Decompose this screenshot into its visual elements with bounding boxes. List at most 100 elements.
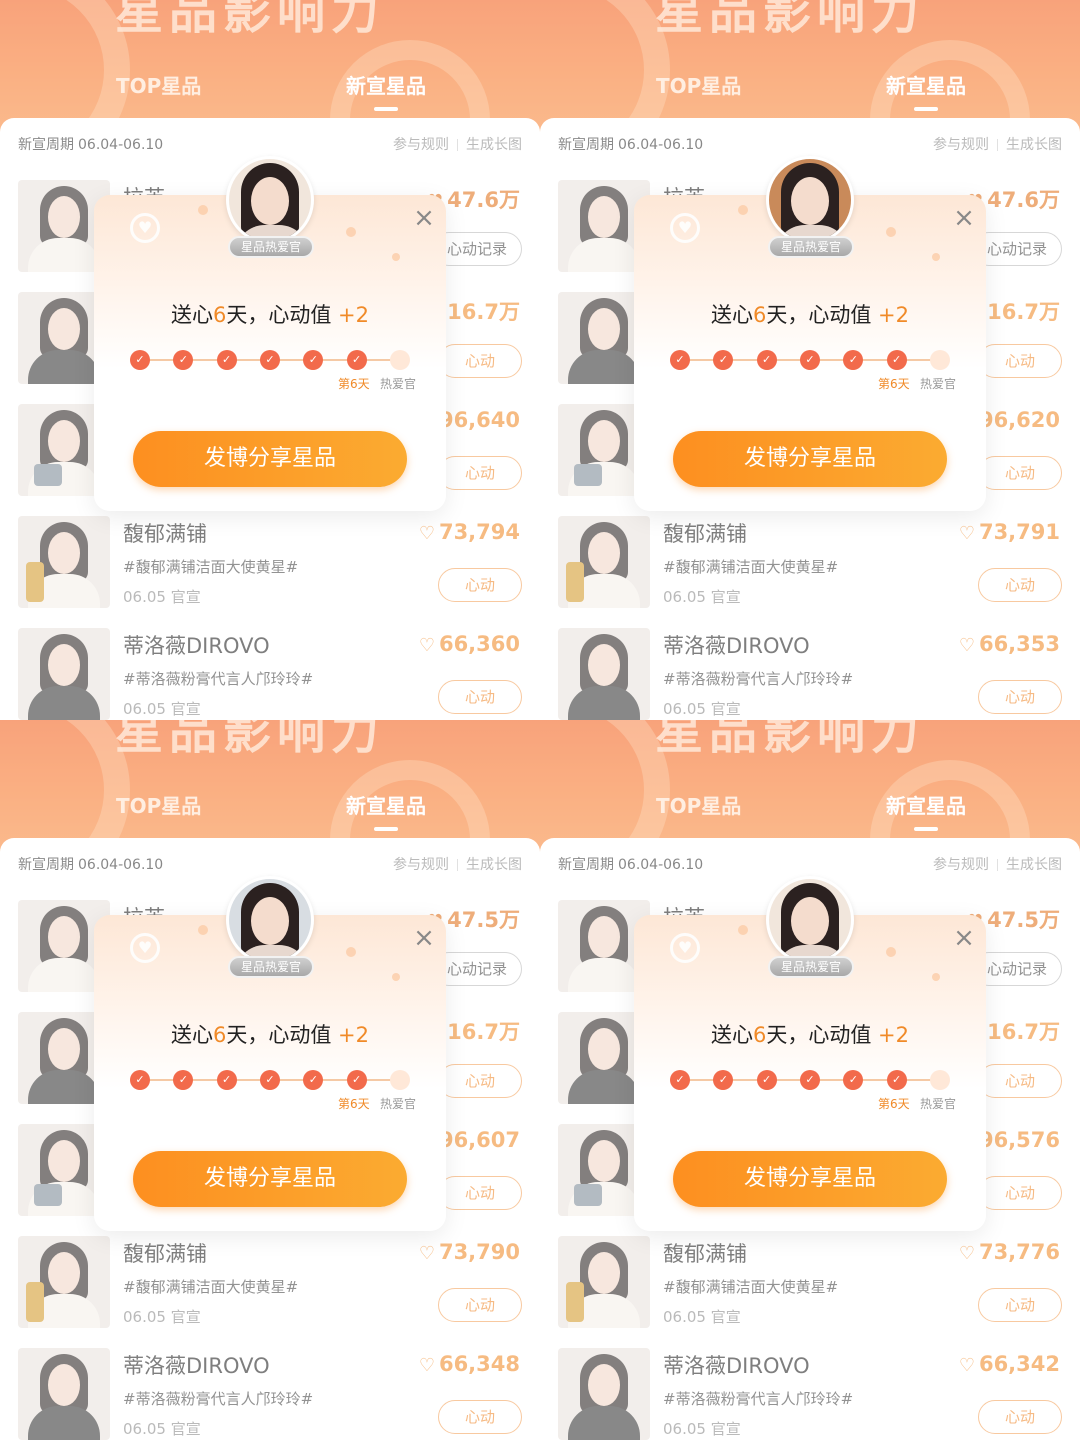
sparkle-icon: ✺ — [874, 888, 893, 913]
sparkle-icon: ✺ — [176, 870, 202, 905]
check-heart-icon: ✓ — [670, 1070, 690, 1090]
msg-prefix: 送心 — [170, 303, 213, 327]
msg-mid: 天，心动值 — [226, 1023, 332, 1047]
streak-message: 送心6天，心动值 +2 — [634, 1019, 986, 1049]
decor-dot — [738, 925, 748, 935]
screenshot-grid: 星品影响力 TOP星品 新宣星品 新宣周期 06.04-06.10 参与规则 生成长… — [0, 0, 1080, 1440]
decor-dot — [392, 973, 400, 981]
msg-days: 6 — [752, 303, 767, 327]
heart-icon: ♥ — [670, 933, 700, 963]
msg-bonus: +2 — [878, 303, 910, 327]
check-heart-icon: ✓ — [713, 1070, 734, 1090]
close-icon[interactable]: × — [412, 925, 436, 951]
msg-prefix: 送心 — [170, 1023, 213, 1047]
check-heart-icon: ✓ — [843, 350, 864, 370]
status-badge: 星品热爱官 — [768, 956, 854, 978]
msg-mid: 天，心动值 — [766, 303, 872, 327]
current-day-label: 第6天 — [878, 1097, 910, 1111]
sparkle-icon: ✺ — [334, 888, 353, 913]
heart-icon: ♥ — [130, 213, 160, 243]
end-label: 热爱官 — [920, 377, 957, 391]
app-panel-4: 星品影响力 TOP星品 新宣星品 新宣周期 06.04-06.10 参与规则 生成长… — [540, 720, 1080, 1440]
share-button[interactable]: 发博分享星品 — [133, 1151, 407, 1207]
empty-heart-icon: ✓ — [930, 1070, 950, 1090]
check-heart-icon: ✓ — [303, 350, 324, 370]
msg-bonus: +2 — [338, 1023, 370, 1047]
check-heart-icon: ✓ — [346, 350, 367, 370]
share-button[interactable]: 发博分享星品 — [673, 1151, 947, 1207]
avatar — [766, 876, 854, 964]
app-panel-2: 星品影响力 TOP星品 新宣星品 新宣周期 06.04-06.10 参与规则 生成长… — [540, 0, 1080, 720]
streak-message: 送心6天，心动值 +2 — [634, 299, 986, 329]
check-heart-icon: ✓ — [260, 350, 280, 370]
decor-dot — [886, 227, 896, 237]
heart-icon: ♥ — [670, 213, 700, 243]
app-panel-1: 星品影响力 TOP星品 新宣星品 新宣周期 06.04-06.10 参与规则 生成长… — [0, 0, 540, 720]
check-heart-icon: ✓ — [173, 1070, 194, 1090]
sparkle-icon: ✺ — [716, 870, 742, 905]
share-button[interactable]: 发博分享星品 — [133, 431, 407, 487]
check-heart-icon: ✓ — [216, 1070, 237, 1090]
msg-days: 6 — [752, 1023, 767, 1047]
streak-message: 送心6天，心动值 +2 — [94, 299, 446, 329]
streak-message: 送心6天，心动值 +2 — [94, 1019, 446, 1049]
end-label: 热爱官 — [380, 377, 417, 391]
status-badge: 星品热爱官 — [768, 236, 854, 258]
avatar-face — [251, 177, 289, 225]
avatar-face — [251, 897, 289, 945]
current-day-label: 第6天 — [878, 377, 910, 391]
close-icon[interactable]: × — [952, 205, 976, 231]
sparkle-icon: ✺ — [874, 168, 893, 193]
decor-dot — [198, 925, 208, 935]
decor-dot — [886, 947, 896, 957]
msg-bonus: +2 — [878, 1023, 910, 1047]
check-heart-icon: ✓ — [756, 1070, 777, 1090]
end-label: 热爱官 — [920, 1097, 957, 1111]
close-icon[interactable]: × — [952, 925, 976, 951]
msg-prefix: 送心 — [710, 303, 753, 327]
check-heart-icon: ✓ — [843, 1070, 864, 1090]
check-heart-icon: ✓ — [130, 350, 150, 370]
heart-icon: ♥ — [130, 933, 160, 963]
sparkle-icon: ✺ — [716, 150, 742, 185]
avatar — [226, 156, 314, 244]
day-progress-track: ✓ ✓ ✓ ✓ ✓ ✓ ✓ — [130, 350, 410, 370]
decor-dot — [932, 973, 940, 981]
avatar — [766, 156, 854, 244]
current-day-label: 第6天 — [338, 377, 370, 391]
check-heart-icon: ✓ — [713, 350, 734, 370]
check-heart-icon: ✓ — [346, 1070, 367, 1090]
empty-heart-icon: ✓ — [390, 1070, 410, 1090]
msg-prefix: 送心 — [710, 1023, 753, 1047]
app-panel-3: 星品影响力 TOP星品 新宣星品 新宣周期 06.04-06.10 参与规则 生成长… — [0, 720, 540, 1440]
sparkle-icon: ✺ — [334, 168, 353, 193]
msg-days: 6 — [212, 1023, 227, 1047]
check-heart-icon: ✓ — [886, 350, 907, 370]
decor-dot — [738, 205, 748, 215]
check-heart-icon: ✓ — [216, 350, 237, 370]
day-progress-track: ✓ ✓ ✓ ✓ ✓ ✓ ✓ — [670, 350, 950, 370]
avatar — [226, 876, 314, 964]
sparkle-icon: ✺ — [176, 150, 202, 185]
empty-heart-icon: ✓ — [390, 350, 410, 370]
end-label: 热爱官 — [380, 1097, 417, 1111]
msg-days: 6 — [212, 303, 227, 327]
check-heart-icon: ✓ — [886, 1070, 907, 1090]
decor-dot — [198, 205, 208, 215]
close-icon[interactable]: × — [412, 205, 436, 231]
check-heart-icon: ✓ — [800, 350, 820, 370]
decor-dot — [932, 253, 940, 261]
msg-mid: 天，心动值 — [226, 303, 332, 327]
decor-dot — [346, 227, 356, 237]
avatar-face — [791, 177, 829, 225]
msg-mid: 天，心动值 — [766, 1023, 872, 1047]
check-heart-icon: ✓ — [800, 1070, 820, 1090]
decor-dot — [392, 253, 400, 261]
check-heart-icon: ✓ — [130, 1070, 150, 1090]
check-heart-icon: ✓ — [260, 1070, 280, 1090]
check-heart-icon: ✓ — [756, 350, 777, 370]
share-button[interactable]: 发博分享星品 — [673, 431, 947, 487]
day-progress-track: ✓ ✓ ✓ ✓ ✓ ✓ ✓ — [130, 1070, 410, 1090]
msg-bonus: +2 — [338, 303, 370, 327]
empty-heart-icon: ✓ — [930, 350, 950, 370]
